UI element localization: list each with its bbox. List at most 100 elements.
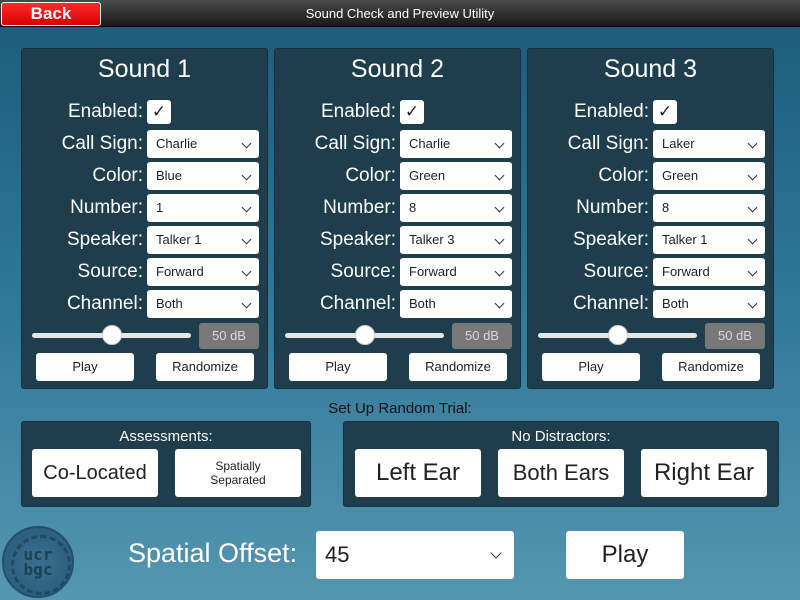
chevron-down-icon bbox=[747, 170, 758, 181]
logo-text: ucr bgc bbox=[4, 528, 72, 596]
speaker-row: Speaker: Talker 3 bbox=[275, 226, 520, 254]
channel-label: Channel: bbox=[66, 293, 143, 314]
ucr-bgc-logo: ucr bgc bbox=[2, 526, 74, 598]
play-sound-button[interactable]: Play bbox=[542, 353, 640, 381]
speaker-value: Talker 1 bbox=[156, 232, 202, 247]
spatially-separated-label-line1: Spatially bbox=[215, 459, 261, 473]
number-label: Number: bbox=[323, 197, 396, 218]
number-select[interactable]: 8 bbox=[653, 194, 765, 222]
channel-select[interactable]: Both bbox=[653, 290, 765, 318]
play-sound-button[interactable]: Play bbox=[36, 353, 134, 381]
chevron-down-icon bbox=[241, 138, 252, 149]
chevron-down-icon bbox=[747, 266, 758, 277]
color-label: Color: bbox=[598, 165, 649, 186]
color-select[interactable]: Blue bbox=[147, 162, 259, 190]
randomize-button[interactable]: Randomize bbox=[156, 353, 254, 381]
color-label: Color: bbox=[345, 165, 396, 186]
volume-readout: 50 dB bbox=[452, 323, 512, 349]
volume-slider-thumb[interactable] bbox=[101, 325, 122, 345]
channel-value: Both bbox=[156, 296, 183, 311]
enabled-checkbox[interactable]: ✓ bbox=[653, 100, 677, 124]
enabled-row: Enabled: ✓ bbox=[275, 98, 520, 126]
speaker-select[interactable]: Talker 1 bbox=[653, 226, 765, 254]
number-select[interactable]: 1 bbox=[147, 194, 259, 222]
call-sign-row: Call Sign: Laker bbox=[528, 130, 773, 158]
chevron-down-icon bbox=[494, 202, 505, 213]
both-ears-button[interactable]: Both Ears bbox=[498, 449, 624, 497]
no-distractors-title: No Distractors: bbox=[511, 428, 611, 445]
back-button[interactable]: Back bbox=[1, 2, 101, 26]
call-sign-select[interactable]: Laker bbox=[653, 130, 765, 158]
speaker-label: Speaker: bbox=[319, 229, 396, 250]
source-select[interactable]: Forward bbox=[400, 258, 512, 286]
co-located-button[interactable]: Co-Located bbox=[32, 449, 158, 497]
chevron-down-icon bbox=[490, 547, 502, 559]
play-button[interactable]: Play bbox=[566, 531, 684, 579]
number-select[interactable]: 8 bbox=[400, 194, 512, 222]
call-sign-value: Charlie bbox=[409, 136, 451, 151]
call-sign-label: Call Sign: bbox=[567, 133, 649, 154]
source-select[interactable]: Forward bbox=[147, 258, 259, 286]
channel-label: Channel: bbox=[319, 293, 396, 314]
spatial-offset-select[interactable]: 45 bbox=[316, 531, 514, 579]
call-sign-select[interactable]: Charlie bbox=[147, 130, 259, 158]
speaker-select[interactable]: Talker 3 bbox=[400, 226, 512, 254]
source-row: Source: Forward bbox=[22, 258, 267, 286]
speaker-value: Talker 1 bbox=[662, 232, 708, 247]
enabled-checkbox[interactable]: ✓ bbox=[400, 100, 424, 124]
speaker-row: Speaker: Talker 1 bbox=[22, 226, 267, 254]
sound-panel-3: Sound 3 Enabled: ✓ Call Sign: Laker Colo… bbox=[527, 48, 774, 389]
sound-panel-1: Sound 1 Enabled: ✓ Call Sign: Charlie Co… bbox=[21, 48, 268, 389]
left-ear-button[interactable]: Left Ear bbox=[355, 449, 481, 497]
color-label: Color: bbox=[92, 165, 143, 186]
sound-title: Sound 2 bbox=[350, 55, 445, 83]
speaker-label: Speaker: bbox=[66, 229, 143, 250]
chevron-down-icon bbox=[747, 234, 758, 245]
call-sign-row: Call Sign: Charlie bbox=[275, 130, 520, 158]
chevron-down-icon bbox=[494, 298, 505, 309]
call-sign-select[interactable]: Charlie bbox=[400, 130, 512, 158]
call-sign-label: Call Sign: bbox=[314, 133, 396, 154]
play-sound-button[interactable]: Play bbox=[289, 353, 387, 381]
spatially-separated-button[interactable]: Spatially Separated bbox=[175, 449, 301, 497]
color-row: Color: Blue bbox=[22, 162, 267, 190]
channel-row: Channel: Both bbox=[528, 290, 773, 318]
source-select[interactable]: Forward bbox=[653, 258, 765, 286]
color-row: Color: Green bbox=[528, 162, 773, 190]
number-row: Number: 1 bbox=[22, 194, 267, 222]
number-value: 8 bbox=[409, 200, 417, 215]
spatially-separated-label-line2: Separated bbox=[210, 473, 266, 487]
random-trial-heading: Set Up Random Trial: bbox=[328, 400, 472, 417]
source-row: Source: Forward bbox=[275, 258, 520, 286]
channel-label: Channel: bbox=[572, 293, 649, 314]
left-ear-label: Left Ear bbox=[375, 459, 461, 486]
right-ear-button[interactable]: Right Ear bbox=[641, 449, 767, 497]
enabled-checkbox[interactable]: ✓ bbox=[147, 100, 171, 124]
call-sign-row: Call Sign: Charlie bbox=[22, 130, 267, 158]
color-select[interactable]: Green bbox=[400, 162, 512, 190]
speaker-select[interactable]: Talker 1 bbox=[147, 226, 259, 254]
number-row: Number: 8 bbox=[528, 194, 773, 222]
color-value: Green bbox=[409, 168, 446, 183]
chevron-down-icon bbox=[241, 266, 252, 277]
volume-slider-thumb[interactable] bbox=[354, 325, 375, 345]
channel-select[interactable]: Both bbox=[147, 290, 259, 318]
chevron-down-icon bbox=[494, 138, 505, 149]
right-ear-label: Right Ear bbox=[653, 459, 755, 486]
no-distractors-panel: No Distractors: Left Ear Both Ears Right… bbox=[343, 421, 779, 507]
enabled-label: Enabled: bbox=[573, 101, 649, 122]
color-value: Blue bbox=[156, 168, 183, 183]
number-label: Number: bbox=[70, 197, 143, 218]
source-value: Forward bbox=[156, 264, 204, 279]
assessments-title: Assessments: bbox=[119, 428, 213, 445]
volume-readout: 50 dB bbox=[705, 323, 765, 349]
number-value: 8 bbox=[662, 200, 670, 215]
speaker-row: Speaker: Talker 1 bbox=[528, 226, 773, 254]
channel-select[interactable]: Both bbox=[400, 290, 512, 318]
color-select[interactable]: Green bbox=[653, 162, 765, 190]
randomize-button[interactable]: Randomize bbox=[662, 353, 760, 381]
channel-value: Both bbox=[409, 296, 436, 311]
source-value: Forward bbox=[409, 264, 457, 279]
randomize-button[interactable]: Randomize bbox=[409, 353, 507, 381]
volume-slider-thumb[interactable] bbox=[607, 325, 628, 345]
